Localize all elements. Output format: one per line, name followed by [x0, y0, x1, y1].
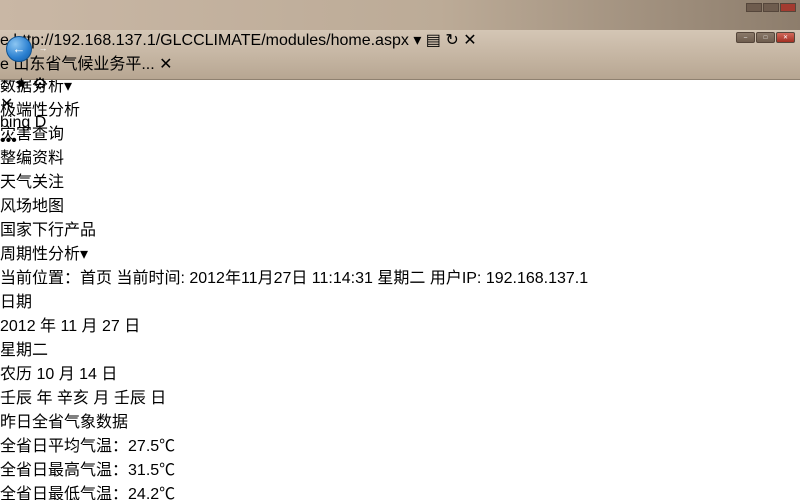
text-segment: 农历	[0, 366, 36, 383]
weather-panel-title: 昨日全省气象数据	[0, 414, 128, 431]
stat-label: 全省日最高气温：	[0, 462, 128, 479]
command-bar: ✕ bing D •••	[0, 94, 800, 150]
sidebar: 日期 2012 年 11 月 27 日 星期二 农历 10 月 14 日 壬辰 …	[0, 288, 800, 500]
text-segment: 11	[61, 318, 78, 335]
nav-item-national-products[interactable]: 国家下行产品	[0, 216, 800, 240]
maximize-button[interactable]: □	[756, 32, 775, 43]
text-segment: 192.168.137.1	[53, 32, 155, 49]
text-segment: 月	[77, 318, 102, 335]
address-bar[interactable]: e http://192.168.137.1/GLCCLIMATE/module…	[0, 30, 800, 50]
url-text[interactable]: http://192.168.137.1/GLCCLIMATE/modules/…	[13, 32, 409, 49]
browser-chrome: – □ ✕ ← → e http://192.168.137.1/GLCCLIM…	[0, 30, 800, 80]
text-segment: 年	[32, 390, 57, 407]
dropdown-arrow-icon[interactable]: ▾	[413, 32, 421, 49]
ganzhi-date: 壬辰 年 辛亥 月 壬辰 日	[0, 384, 800, 408]
refresh-icon[interactable]: ↻	[445, 32, 458, 49]
browser-toolbar-icons: ⌂ ★ ⚙	[0, 74, 800, 94]
date-panel-header: 日期	[0, 288, 800, 312]
nav-item-label: 整编资料	[0, 150, 64, 167]
weather-stat-row: 全省日最高气温：31.5℃	[0, 456, 800, 480]
weather-stat-row: 全省日平均气温：27.5℃	[0, 432, 800, 456]
gear-icon[interactable]: ⚙	[33, 76, 47, 93]
text-segment: 日	[97, 366, 117, 383]
text-segment: 月	[89, 390, 114, 407]
screen: – □ ✕ ← → e http://192.168.137.1/GLCCLIM…	[0, 0, 800, 500]
text-segment: 日	[120, 318, 140, 335]
window-controls: – □ ✕	[736, 32, 795, 43]
text-segment: 壬辰	[114, 390, 146, 407]
close-icon[interactable]	[780, 3, 796, 12]
docin-icon[interactable]: D	[35, 114, 47, 131]
minimize-icon[interactable]	[746, 3, 762, 12]
background-window-controls	[746, 3, 796, 12]
stat-label: 全省日最低气温：	[0, 486, 128, 500]
stop-icon[interactable]: ✕	[463, 32, 476, 49]
desktop-background	[0, 0, 800, 30]
status-bar: 当前位置：首页 当前时间: 2012年11月27日 11:14:31 星期二 用…	[0, 264, 800, 288]
command-bar-left: ✕	[0, 94, 800, 114]
text-segment: 14	[79, 366, 97, 383]
nav-item-label: 周期性分析	[0, 246, 80, 263]
tab-title: 山东省气候业务平...	[13, 56, 154, 73]
text-segment: 27	[102, 318, 120, 335]
nav-item-label: 天气关注	[0, 174, 64, 191]
bing-toolbar: bing D	[0, 114, 800, 132]
stat-value: 27.5℃	[128, 438, 175, 455]
current-time: 当前时间: 2012年11月27日 11:14:31 星期二	[116, 270, 425, 287]
dropdown-arrow-icon: ▾	[80, 246, 88, 263]
stat-value: 31.5℃	[128, 462, 175, 479]
close-button[interactable]: ✕	[776, 32, 795, 43]
weather-stat-row: 全省日最低气温：24.2℃	[0, 480, 800, 500]
weather-stats: 全省日平均气温：27.5℃全省日最高气温：31.5℃全省日最低气温：24.2℃全…	[0, 432, 800, 500]
minimize-button[interactable]: –	[736, 32, 755, 43]
date-panel-title: 日期	[0, 294, 32, 311]
user-ip: 用户IP: 192.168.137.1	[430, 270, 588, 287]
content-area: 日期 2012 年 11 月 27 日 星期二 农历 10 月 14 日 壬辰 …	[0, 288, 800, 500]
nav-item-label: 国家下行产品	[0, 222, 96, 239]
text-segment: 日	[146, 390, 166, 407]
maximize-icon[interactable]	[763, 3, 779, 12]
browser-tab[interactable]: e 山东省气候业务平... ✕	[0, 50, 800, 74]
date-panel: 日期 2012 年 11 月 27 日 星期二 农历 10 月 14 日 壬辰 …	[0, 288, 800, 408]
weather-panel-header: 昨日全省气象数据	[0, 408, 800, 432]
text-segment: 壬辰	[0, 390, 32, 407]
date-panel-body: 2012 年 11 月 27 日 星期二 农历 10 月 14 日 壬辰 年 辛…	[0, 312, 800, 408]
text-segment: 月	[54, 366, 79, 383]
nav-item-label: 风场地图	[0, 198, 64, 215]
text-segment: 10	[36, 366, 54, 383]
text-segment: /GLCCLIMATE/modules/home.aspx	[156, 32, 409, 49]
forward-button[interactable]: →	[34, 40, 52, 58]
weather-data-panel: 昨日全省气象数据 全省日平均气温：27.5℃全省日最高气温：31.5℃全省日最低…	[0, 408, 800, 500]
nav-item-wind-map[interactable]: 风场地图	[0, 192, 800, 216]
gregorian-date: 2012 年 11 月 27 日	[0, 312, 800, 336]
address-bar-icons: ▾ ▤ ↻ ✕	[413, 32, 476, 49]
text-segment: 辛亥	[57, 390, 89, 407]
nav-item-weather-focus[interactable]: 天气关注	[0, 168, 800, 192]
text-segment: 年	[36, 318, 61, 335]
tab-favicon: e	[0, 56, 9, 73]
close-sidebar-icon[interactable]: ✕	[0, 96, 13, 113]
breadcrumb: 当前位置：首页	[0, 270, 112, 287]
lunar-date: 农历 10 月 14 日	[0, 360, 800, 384]
overflow-dots-icon[interactable]: •••	[0, 132, 800, 150]
text-segment: 2012	[0, 318, 36, 335]
tab-close-icon[interactable]: ✕	[159, 56, 172, 73]
stat-label: 全省日平均气温：	[0, 438, 128, 455]
bing-logo[interactable]: bing	[0, 114, 30, 131]
favorites-star-icon[interactable]: ★	[14, 76, 28, 93]
stat-value: 24.2℃	[128, 486, 175, 500]
weekday: 星期二	[0, 336, 800, 360]
status-right: 当前时间: 2012年11月27日 11:14:31 星期二 用户IP: 192…	[116, 270, 588, 287]
back-button[interactable]: ←	[6, 36, 32, 62]
nav-item-periodic-analysis[interactable]: 周期性分析▾	[0, 240, 800, 264]
home-icon[interactable]: ⌂	[0, 76, 10, 93]
compatibility-icon[interactable]: ▤	[426, 32, 441, 49]
